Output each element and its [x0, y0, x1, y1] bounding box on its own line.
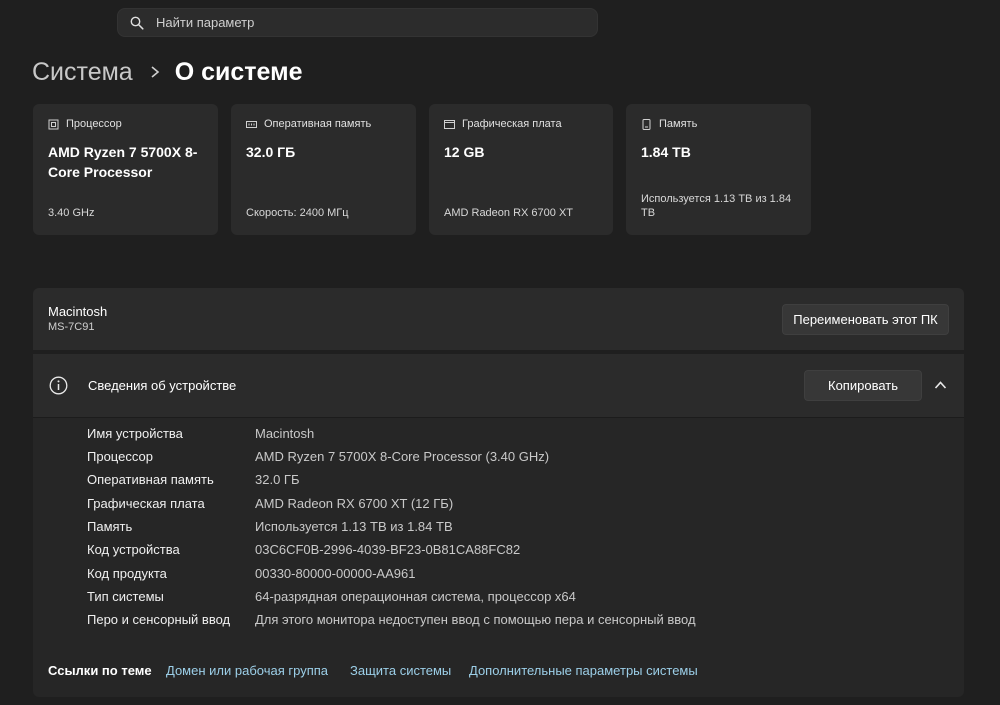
- device-specs-header[interactable]: Сведения об устройстве Копировать: [33, 354, 964, 418]
- cpu-icon: [48, 119, 59, 129]
- spec-key: Процессор: [87, 449, 153, 464]
- card-processor: Процессор AMD Ryzen 7 5700X 8-Core Proce…: [33, 104, 218, 235]
- storage-icon: [642, 118, 651, 130]
- spec-key: Перо и сенсорный ввод: [87, 612, 231, 627]
- device-model: MS-7C91: [48, 321, 95, 333]
- spec-value: AMD Radeon RX 6700 XT (12 ГБ): [255, 496, 454, 511]
- device-name-panel: Macintosh MS-7C91 Переименовать этот ПК: [33, 288, 964, 350]
- device-name: Macintosh: [48, 304, 108, 319]
- card-storage: Память 1.84 TB Используется 1.13 TB из 1…: [626, 104, 811, 235]
- breadcrumb: Система О системе: [32, 54, 302, 90]
- card-sub: Используется 1.13 TB из 1.84 TB: [641, 193, 792, 219]
- card-value: 1.84 TB: [641, 144, 691, 160]
- card-value: 32.0 ГБ: [246, 144, 296, 160]
- copy-button[interactable]: Копировать: [804, 370, 922, 401]
- spec-value: 64-разрядная операционная система, проце…: [255, 589, 576, 604]
- card-title: Память: [659, 118, 698, 130]
- device-specs-panel: Сведения об устройстве Копировать Имя ус…: [33, 354, 964, 697]
- card-sub: 3.40 GHz: [48, 207, 95, 219]
- card-value: 12 GB: [444, 144, 485, 160]
- spec-value: 00330-80000-00000-AA961: [255, 566, 416, 581]
- card-title: Оперативная память: [264, 118, 372, 130]
- spec-value: AMD Ryzen 7 5700X 8-Core Processor (3.40…: [255, 449, 550, 464]
- spec-key: Память: [87, 519, 133, 534]
- card-sub: AMD Radeon RX 6700 XT: [444, 207, 574, 219]
- card-ram: Оперативная память 32.0 ГБ Скорость: 240…: [231, 104, 416, 235]
- search-box[interactable]: [117, 8, 598, 37]
- device-specs-title: Сведения об устройстве: [88, 378, 237, 393]
- related-links-label: Ссылки по теме: [48, 663, 152, 678]
- spec-value: Macintosh: [255, 426, 315, 441]
- spec-key: Тип системы: [87, 589, 164, 604]
- chevron-up-icon[interactable]: [934, 380, 947, 390]
- info-icon: [49, 376, 68, 395]
- card-value: AMD Ryzen 7 5700X 8-Core Processor: [48, 144, 198, 180]
- ram-icon: [246, 120, 257, 128]
- spec-key: Код продукта: [87, 566, 167, 581]
- card-title: Графическая плата: [462, 118, 562, 130]
- search-input[interactable]: [156, 15, 556, 30]
- spec-key: Код устройства: [87, 542, 180, 557]
- spec-value: Для этого монитора недоступен ввод с пом…: [255, 612, 696, 627]
- rename-pc-button[interactable]: Переименовать этот ПК: [782, 304, 949, 335]
- spec-value: 03C6CF0B-2996-4039-BF23-0B81CA88FC82: [255, 542, 521, 557]
- card-title: Процессор: [66, 118, 122, 130]
- card-gpu: Графическая плата 12 GB AMD Radeon RX 67…: [429, 104, 613, 235]
- spec-key: Графическая плата: [87, 496, 205, 511]
- spec-value: 32.0 ГБ: [255, 472, 300, 487]
- card-sub: Скорость: 2400 МГц: [246, 207, 349, 219]
- spec-value: Используется 1.13 TB из 1.84 TB: [255, 519, 453, 534]
- link-advanced-system-settings[interactable]: Дополнительные параметры системы: [469, 663, 698, 678]
- search-icon: [130, 16, 144, 30]
- link-system-protection[interactable]: Защита системы: [350, 663, 451, 678]
- page-title: О системе: [174, 57, 303, 86]
- spec-key: Оперативная память: [87, 472, 214, 487]
- gpu-icon: [444, 119, 455, 129]
- spec-key: Имя устройства: [87, 426, 183, 441]
- link-domain-workgroup[interactable]: Домен или рабочая группа: [166, 663, 328, 678]
- breadcrumb-parent[interactable]: Система: [32, 58, 133, 87]
- chevron-right-icon: [151, 66, 159, 78]
